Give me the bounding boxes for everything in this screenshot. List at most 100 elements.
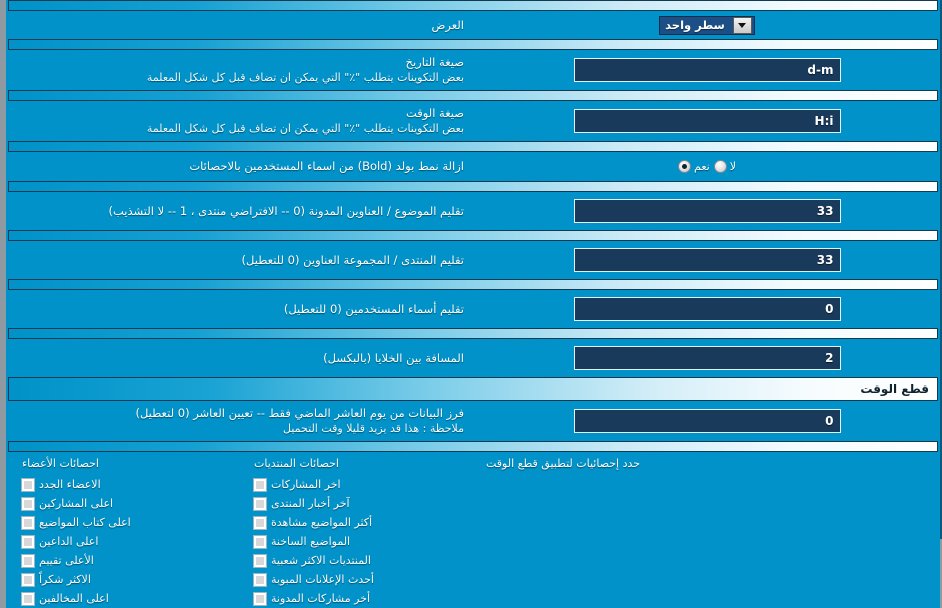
row-timecut-days: فرز البيانات من يوم العاشر الماضي فقط --…	[6, 401, 940, 441]
timecut-days-label: فرز البيانات من يوم العاشر الماضي فقط --…	[6, 406, 474, 436]
checkbox-icon[interactable]	[253, 477, 267, 492]
cell-spacing-label: المسافة بين الخلايا (بالبكسل)	[323, 350, 464, 365]
list-item-label: أكثر المواضيع مشاهدة	[271, 516, 373, 529]
checkbox-icon[interactable]	[21, 591, 35, 606]
list-item[interactable]: المواضيع الساخنة	[253, 532, 351, 551]
chevron-down-icon[interactable]	[732, 16, 752, 34]
remove-bold-cell: لا نعم	[474, 160, 940, 173]
list-item-label: اعلى الداعين	[39, 535, 99, 548]
list-item[interactable]: أكثر المواضيع مشاهدة	[253, 513, 373, 532]
list-item[interactable]: اعلى المخالفين	[21, 589, 109, 608]
date-format-input[interactable]	[573, 58, 841, 82]
date-format-hint: بعض التكوينات يتطلب "٪" التي يمكن ان تضا…	[146, 71, 464, 84]
list-item[interactable]: أخر مشاركات المدونة	[253, 589, 371, 608]
separator-bar	[8, 230, 938, 241]
list-item[interactable]: آخر أخبار المنتدى	[253, 494, 350, 513]
date-format-label: صيغة التاريخ بعض التكوينات يتطلب "٪" الت…	[6, 55, 474, 85]
section-header-timecut: قطع الوقت	[8, 377, 938, 401]
stats-instruction-label: حدد إحصائيات لتطبيق قطع الوقت	[486, 457, 641, 470]
radio-option-yes[interactable]: نعم	[678, 160, 710, 173]
list-item[interactable]: المنتديات الاكثر شعبية	[253, 551, 371, 570]
time-format-hint: بعض التكوينات يتطلب "٪" التي يمكن ان تضا…	[146, 122, 464, 135]
list-item[interactable]: اعلى المشاركين	[21, 494, 114, 513]
display-select-value: سطر واحد	[665, 17, 725, 32]
list-item[interactable]: الاكثر شكراً	[21, 570, 91, 589]
date-format-cell	[474, 58, 940, 82]
radio-option-no[interactable]: لا	[713, 160, 736, 173]
row-trim-username: تقليم أسماء المستخدمين (0 للتعطيل)	[6, 290, 940, 328]
list-item-label: المواضيع الساخنة	[271, 535, 351, 548]
separator-bar	[8, 141, 938, 152]
list-item[interactable]: اخر المشاركات	[253, 475, 341, 494]
time-format-input[interactable]	[573, 109, 841, 133]
member-stats-title: احصائات الأعضاء	[22, 457, 99, 470]
list-item-label: اعلى كتاب المواضيع	[39, 516, 131, 529]
trim-topic-input[interactable]	[573, 199, 841, 223]
trim-forum-cell	[474, 248, 940, 272]
row-trim-forum: تقليم المنتدى / المجموعة العناوين (0 للت…	[6, 241, 940, 279]
display-select[interactable]: سطر واحد	[659, 15, 755, 35]
trim-username-cell	[474, 297, 940, 321]
cell-spacing-cell	[474, 346, 940, 370]
radio-label-no: لا	[729, 160, 736, 173]
radio-no-icon[interactable]	[713, 160, 727, 173]
radio-label-yes: نعم	[694, 160, 710, 173]
list-item[interactable]: اعلى الداعين	[21, 532, 99, 551]
section-header-timecut-label: قطع الوقت	[860, 382, 929, 396]
member-stats-column: احصائات الأعضاء الاعضاء الجدد اعلى المشا…	[14, 455, 246, 608]
cell-spacing-input[interactable]	[573, 346, 841, 370]
checkbox-icon[interactable]	[21, 515, 35, 530]
checkbox-icon[interactable]	[21, 553, 35, 568]
checkbox-icon[interactable]	[253, 553, 267, 568]
checkbox-icon[interactable]	[21, 534, 35, 549]
timecut-days-hint: ملاحظة : هذا قد يزيد قليلا وقت التحميل	[283, 422, 464, 435]
checkbox-icon[interactable]	[21, 572, 35, 587]
row-remove-bold: لا نعم ازالة نمط بولد (Bold) من اسماء ال…	[6, 152, 940, 181]
row-cell-spacing: المسافة بين الخلايا (بالبكسل)	[6, 339, 940, 377]
checkbox-icon[interactable]	[253, 591, 267, 606]
trim-topic-label: تقليم الموضوع / العناوين المدونة (0 -- ا…	[108, 203, 464, 218]
row-display: سطر واحد العرض	[6, 11, 940, 39]
checkbox-icon[interactable]	[253, 572, 267, 587]
list-item[interactable]: اعلى كتاب المواضيع	[21, 513, 131, 532]
list-item[interactable]: الاعضاء الجدد	[21, 475, 101, 494]
list-item-label: اخر المشاركات	[271, 478, 341, 491]
radio-yes-icon[interactable]	[678, 160, 692, 173]
checkbox-icon[interactable]	[253, 515, 267, 530]
list-item-label: الاعضاء الجدد	[39, 478, 101, 491]
separator-bar	[8, 328, 938, 339]
checkbox-icon[interactable]	[21, 496, 35, 511]
time-format-cell	[474, 109, 940, 133]
row-date-format: صيغة التاريخ بعض التكوينات يتطلب "٪" الت…	[6, 50, 940, 90]
trim-topic-cell	[474, 199, 940, 223]
separator-bar	[8, 181, 938, 192]
checkbox-icon[interactable]	[253, 534, 267, 549]
separator-bar	[8, 0, 938, 11]
timecut-days-title: فرز البيانات من يوم العاشر الماضي فقط --…	[135, 406, 464, 420]
time-format-label: صيغة الوقت بعض التكوينات يتطلب "٪" التي …	[6, 106, 474, 136]
list-item-label: أحدث الإعلانات المبوبة	[271, 573, 374, 586]
checkbox-icon[interactable]	[21, 477, 35, 492]
list-item-label: آخر أخبار المنتدى	[271, 497, 350, 510]
list-item[interactable]: أحدث الإعلانات المبوبة	[253, 570, 374, 589]
list-item-label: اعلى المشاركين	[39, 497, 114, 510]
timecut-days-cell	[474, 409, 940, 433]
list-item[interactable]: الأعلى تقييم	[21, 551, 94, 570]
list-item-label: اعلى المخالفين	[39, 592, 109, 605]
trim-forum-input[interactable]	[573, 248, 841, 272]
list-item-label: الاكثر شكراً	[39, 573, 91, 586]
time-format-title: صيغة الوقت	[405, 106, 464, 120]
remove-bold-label: ازالة نمط بولد (Bold) من اسماء المستخدمي…	[189, 159, 464, 173]
forum-stats-column: احصائات المنتديات اخر المشاركات آخر أخبا…	[246, 455, 478, 608]
date-format-title: صيغة التاريخ	[405, 55, 464, 69]
trim-forum-label: تقليم المنتدى / المجموعة العناوين (0 للت…	[241, 252, 464, 267]
separator-bar	[8, 279, 938, 290]
trim-username-input[interactable]	[573, 297, 841, 321]
list-item-label: أخر مشاركات المدونة	[271, 592, 371, 605]
list-item-label: الأعلى تقييم	[39, 554, 94, 567]
stats-instruction-column: حدد إحصائيات لتطبيق قطع الوقت	[478, 455, 940, 608]
timecut-days-input[interactable]	[573, 409, 841, 433]
checkbox-icon[interactable]	[253, 496, 267, 511]
separator-bar	[8, 90, 938, 101]
row-time-format: صيغة الوقت بعض التكوينات يتطلب "٪" التي …	[6, 101, 940, 141]
